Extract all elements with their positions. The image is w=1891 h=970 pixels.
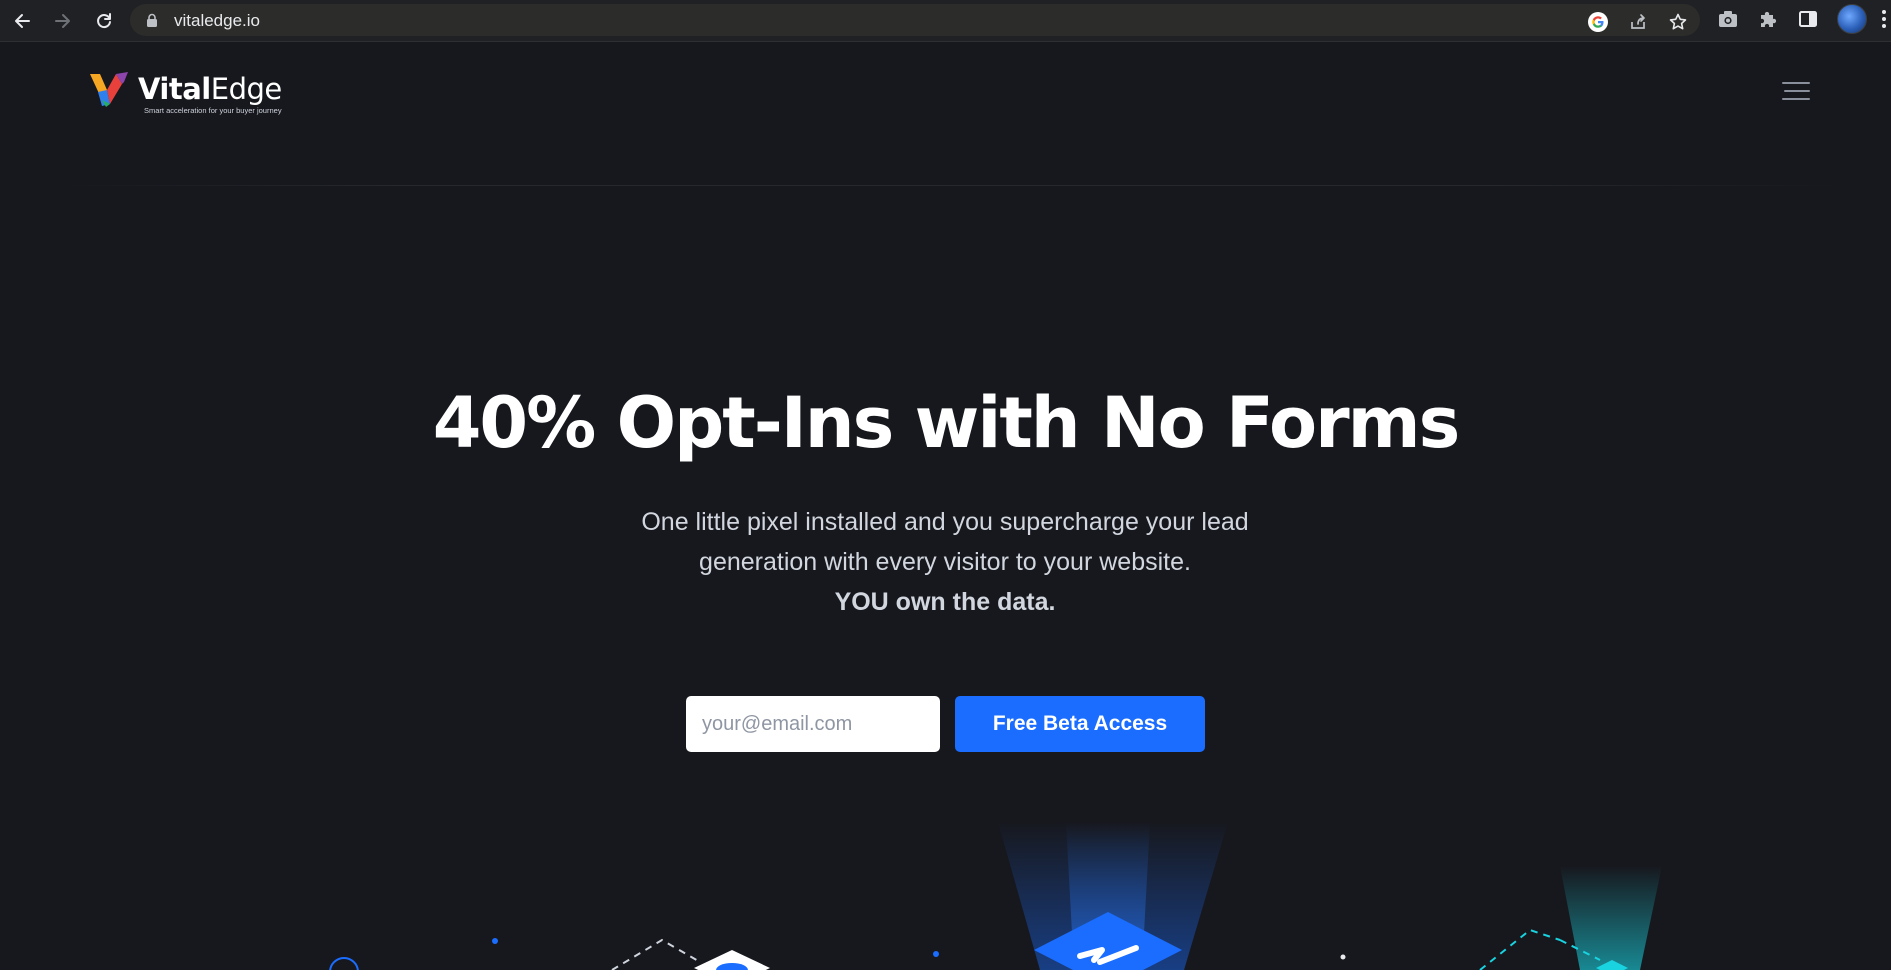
browser-toolbar: vitaledge.io [0,0,1891,42]
left-ring [329,957,359,970]
left-dashed-diamond [611,938,770,970]
hero-title: 40% Opt-Ins with No Forms [432,382,1461,464]
forward-arrow-icon[interactable] [48,6,78,36]
logo-word-light: Edge [210,72,282,106]
hero-illustration [329,822,1662,970]
header-divider [60,185,1840,186]
hero-emphasis: YOU own the data. [834,588,1056,616]
star-icon[interactable] [1668,12,1688,32]
logo-word-bold: Vital [138,72,211,106]
address-bar[interactable]: vitaledge.io [130,4,1700,36]
google-icon[interactable] [1588,12,1608,32]
profile-avatar[interactable] [1837,4,1867,34]
url-text[interactable]: vitaledge.io [174,11,260,31]
decor-dot [933,951,939,957]
reload-icon[interactable] [89,6,119,36]
logo-wordmark: VitalEdge [138,72,282,106]
hero-subtitle: One little pixel installed and you super… [641,508,1249,576]
hamburger-menu-icon[interactable] [1782,80,1812,102]
right-beam [1560,866,1662,970]
share-icon[interactable] [1628,12,1648,32]
side-panel-icon[interactable] [1797,8,1819,30]
back-arrow-icon[interactable] [7,6,37,36]
puzzle-icon[interactable] [1757,8,1779,30]
lock-icon[interactable] [146,13,158,27]
decor-dot [1340,954,1346,960]
email-input[interactable] [686,696,940,752]
free-beta-access-button[interactable]: Free Beta Access [955,696,1205,752]
vitaledge-logo[interactable]: VitalEdge Smart acceleration for your bu… [88,70,298,120]
logo-mark-icon [90,72,128,107]
logo-tagline: Smart acceleration for your buyer journe… [144,106,282,115]
decor-dot [492,938,498,944]
kebab-menu-icon[interactable] [1880,8,1888,30]
camera-icon[interactable] [1717,8,1739,30]
